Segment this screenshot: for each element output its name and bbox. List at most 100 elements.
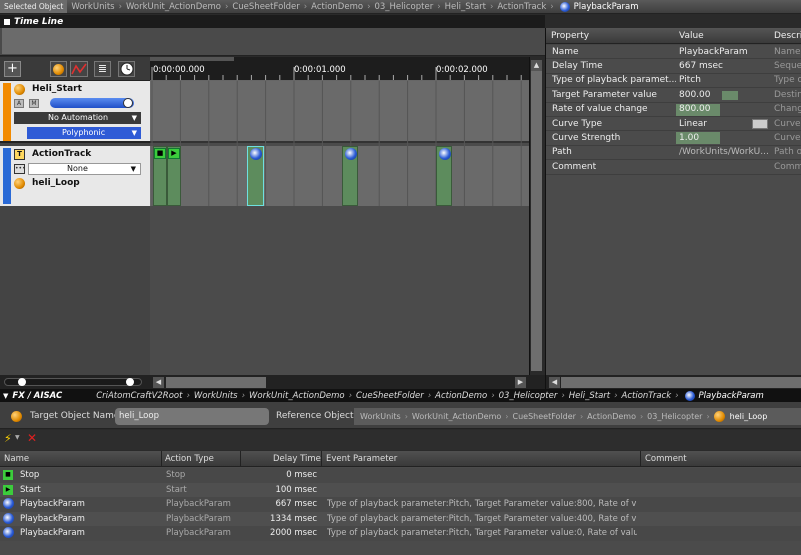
col-action-type[interactable]: Action Type [165, 454, 214, 464]
table-row[interactable]: ▶ Start Start 100 msec [0, 482, 801, 497]
action-select[interactable]: None ▼ [28, 163, 141, 175]
breadcrumb-item[interactable]: Heli_Start [445, 2, 486, 12]
breadcrumb-item[interactable]: ActionDemo [311, 2, 363, 12]
param-clip-1[interactable] [247, 146, 264, 206]
property-value[interactable]: Linear [679, 119, 769, 129]
property-hscroll-thumb[interactable] [561, 377, 801, 388]
property-value[interactable]: PlaybackParam [679, 47, 769, 57]
property-name: Path [552, 147, 572, 158]
col-event-parameter[interactable]: Event Parameter [326, 454, 397, 464]
col-comment[interactable]: Comment [645, 454, 687, 464]
track-heli-start[interactable]: Heli_Start A M No Automation ▼ Polyphoni… [0, 81, 150, 143]
breadcrumb-item[interactable]: CueSheetFolder [232, 2, 299, 12]
property-value[interactable]: Pitch [679, 75, 769, 85]
scroll-thumb[interactable] [531, 71, 542, 371]
slider-knob[interactable] [123, 98, 133, 108]
breadcrumb: WorkUnits › WorkUnit_ActionDemo › CueSheetFo… [69, 2, 555, 12]
param-clip-3[interactable] [436, 146, 452, 206]
zoom-knob-left[interactable] [18, 378, 26, 386]
property-row[interactable]: Delay Time 667 msec Seque [546, 59, 801, 74]
col-delay-time[interactable]: Delay Time [273, 454, 321, 464]
fx-breadcrumb-item[interactable]: 03_Helicopter [499, 391, 558, 401]
chevron-down-icon[interactable]: ▼ [15, 434, 20, 441]
timeline-canvas[interactable]: ■ ▶ [150, 81, 529, 375]
hscroll-thumb[interactable] [166, 377, 266, 388]
scroll-up-icon[interactable]: ▲ [531, 60, 542, 71]
property-value[interactable]: 667 msec [679, 61, 769, 71]
property-row[interactable]: Name PlaybackParam Name [546, 45, 801, 60]
track-actiontrack[interactable]: T ActionTrack ••• None ▼ heli_Loop [0, 146, 150, 206]
breadcrumb-separator: › [579, 412, 584, 421]
fx-breadcrumb-item[interactable]: WorkUnits [194, 391, 238, 401]
mute-icon[interactable]: A [14, 99, 24, 108]
fx-breadcrumb-item[interactable]: Heli_Start [569, 391, 610, 401]
dots-icon[interactable]: ••• [14, 164, 26, 174]
fx-breadcrumb-item[interactable]: WorkUnit_ActionDemo [249, 391, 345, 401]
property-row[interactable]: Target Parameter value 800.00 Destin [546, 88, 801, 103]
reference-object-field[interactable]: WorkUnits › WorkUnit_ActionDemo › CueSheetFo… [354, 408, 801, 425]
overview-thumb[interactable] [2, 28, 120, 54]
add-track-button[interactable]: + [4, 61, 21, 77]
scroll-right-icon[interactable]: ▶ [515, 377, 526, 388]
time-ruler[interactable]: 0:00:00.000 0:00:01.000 0:00:02.000 [150, 57, 529, 81]
param-clip-2[interactable] [342, 146, 358, 206]
zoom-slider[interactable] [4, 378, 142, 386]
lightning-icon[interactable]: ⚡ [4, 432, 12, 445]
col-name[interactable]: Name [4, 454, 29, 464]
breadcrumb-item[interactable]: WorkUnits [71, 2, 114, 12]
fx-aisac-bar: ▼ FX / AISAC CriAtomCraftV2Root › WorkUnit… [0, 389, 801, 402]
action-name: PlaybackParam [20, 513, 85, 524]
table-row[interactable]: PlaybackParam PlaybackParam 667 msec Type o… [0, 497, 801, 512]
zoom-knob-right[interactable] [126, 378, 134, 386]
target-object-field[interactable]: heli_Loop [115, 408, 269, 425]
start-clip[interactable]: ▶ [167, 146, 181, 206]
fx-breadcrumb-item[interactable]: CueSheetFolder [356, 391, 424, 401]
property-row[interactable]: Curve Strength 1.00 Curve [546, 131, 801, 146]
fx-breadcrumb-current[interactable]: PlaybackParam [699, 391, 764, 401]
col-value[interactable]: Value [679, 31, 704, 41]
curve-tool-button[interactable] [70, 61, 88, 77]
action-delay: 667 msec [275, 499, 317, 510]
timeline-vscroll[interactable]: ▲ [529, 57, 543, 375]
table-row[interactable]: ■ Stop Stop 0 msec [0, 468, 801, 483]
property-row[interactable]: Path/WorkUnits/WorkU... Path o [546, 146, 801, 161]
stop-clip[interactable]: ■ [153, 146, 167, 206]
scroll-left-icon[interactable]: ◀ [549, 377, 560, 388]
property-hscroll[interactable]: ◀ [546, 375, 801, 389]
property-value[interactable]: /WorkUnits/WorkU... [679, 147, 769, 157]
property-value[interactable]: 800.00 [679, 104, 769, 114]
circle-tool-button[interactable] [50, 61, 67, 77]
property-value[interactable]: 1.00 [679, 133, 769, 143]
fx-breadcrumb-item[interactable]: ActionDemo [435, 391, 487, 401]
automation-label: No Automation [48, 113, 109, 122]
list-tool-button[interactable]: ≣ [94, 61, 111, 77]
polyphony-select[interactable]: Polyphonic ▼ [27, 127, 141, 139]
property-row[interactable]: Curve Type Linear Curve [546, 117, 801, 132]
clock-tool-button[interactable] [118, 61, 135, 77]
breadcrumb-item[interactable]: WorkUnit_ActionDemo [126, 2, 221, 12]
breadcrumb-item[interactable]: ActionTrack [497, 2, 546, 12]
property-description: Path o [774, 147, 801, 158]
property-name: Name [552, 46, 579, 57]
breadcrumb-current[interactable]: PlaybackParam [574, 2, 639, 12]
breadcrumb-separator: › [491, 390, 495, 401]
col-desc[interactable]: Descri [774, 31, 801, 41]
col-property[interactable]: Property [551, 31, 589, 41]
volume-slider[interactable] [50, 98, 134, 108]
table-row[interactable]: PlaybackParam PlaybackParam 1334 msec Type … [0, 511, 801, 526]
fx-breadcrumb-item[interactable]: CriAtomCraftV2Root [96, 391, 182, 401]
property-row[interactable]: Type of playback paramet... Pitch Type o [546, 74, 801, 89]
automation-select[interactable]: No Automation ▼ [14, 112, 141, 124]
fx-breadcrumb-item[interactable]: ActionTrack [622, 391, 672, 401]
property-row[interactable]: Comment Comm [546, 160, 801, 175]
delete-icon[interactable]: ✕ [27, 431, 37, 445]
scroll-left-icon[interactable]: ◀ [153, 377, 164, 388]
property-row[interactable]: Rate of value change 800.00 Chang [546, 103, 801, 117]
table-row[interactable]: PlaybackParam PlaybackParam 2000 msec Type … [0, 526, 801, 541]
solo-icon[interactable]: M [29, 99, 39, 108]
start-icon: ▶ [3, 484, 13, 495]
action-delay: 100 msec [275, 484, 317, 495]
property-description: Type o [774, 75, 801, 86]
breadcrumb-item[interactable]: 03_Helicopter [374, 2, 433, 12]
property-value[interactable]: 800.00 [679, 90, 769, 100]
